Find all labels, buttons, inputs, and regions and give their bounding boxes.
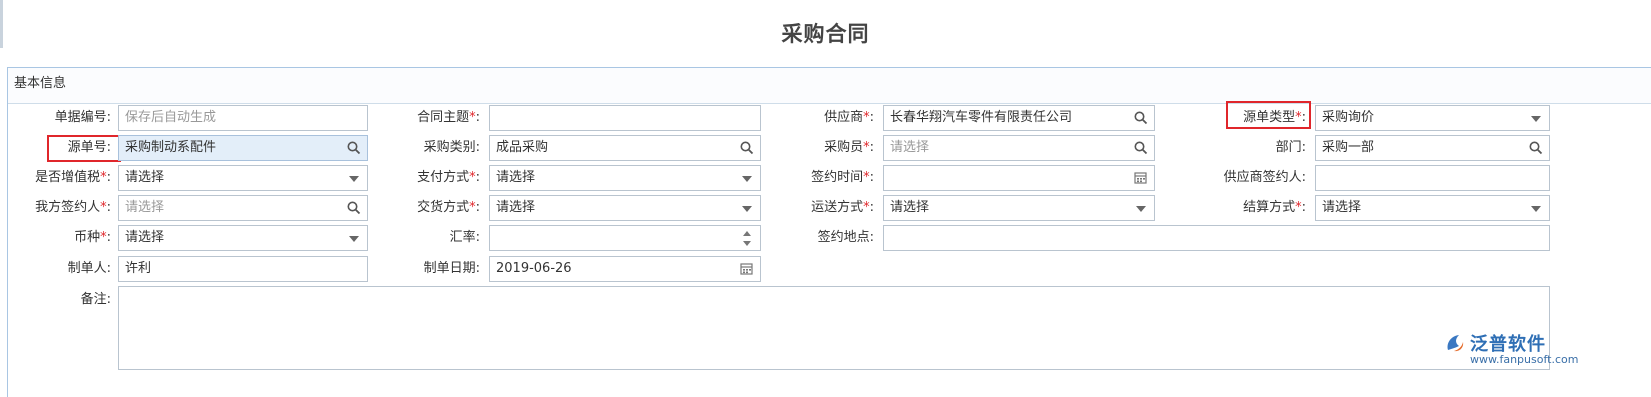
creator-field[interactable]: 许利 [118,256,368,282]
currency-value: 请选择 [125,230,165,245]
vat-value: 请选择 [125,170,165,185]
source-type-select[interactable]: 采购询价 [1315,105,1550,131]
create-date-field[interactable]: 2019-06-26 [489,256,761,282]
label-remark: 备注: [80,292,111,307]
label-doc-no: 单据编号: [54,110,111,125]
label-delivery: 交货方式*: [417,200,480,215]
chevron-down-icon [1531,116,1541,122]
search-icon[interactable] [1134,136,1148,160]
payment-select[interactable]: 请选择 [489,165,761,191]
calendar-icon[interactable] [740,257,754,281]
sign-time-field[interactable] [883,165,1155,191]
our-signer-value: 请选择 [125,200,165,215]
label-supplier: 供应商*: [824,110,874,125]
dept-field[interactable]: 采购一部 [1315,135,1550,161]
dept-value: 采购一部 [1322,140,1375,155]
label-sign-time: 签约时间*: [811,170,874,185]
spinner-down-icon[interactable] [743,241,751,246]
fanpusoft-logo: 泛普软件 www.fanpusoft.com [1444,330,1578,370]
label-creator: 制单人: [67,261,111,276]
doc-no-field[interactable]: 保存后自动生成 [118,105,368,131]
search-icon[interactable] [347,196,361,220]
source-type-value: 采购询价 [1322,110,1375,125]
label-rate: 汇率: [449,230,480,245]
source-no-value: 采购制动系配件 [125,140,217,155]
vat-select[interactable]: 请选择 [118,165,368,191]
shipping-select[interactable]: 请选择 [883,195,1155,221]
chevron-down-icon [349,236,359,242]
logo-url: www.fanpusoft.com [1470,353,1579,366]
label-payment: 支付方式*: [417,170,480,185]
our-signer-field[interactable]: 请选择 [118,195,368,221]
label-dept: 部门: [1275,140,1306,155]
chevron-down-icon [1136,206,1146,212]
create-date-value: 2019-06-26 [496,261,572,276]
settlement-value: 请选择 [1322,200,1362,215]
label-shipping: 运送方式*: [811,200,874,215]
label-create-date: 制单日期: [423,261,480,276]
search-icon[interactable] [740,136,754,160]
purchase-category-value: 成品采购 [496,140,549,155]
payment-value: 请选择 [496,170,536,185]
remark-textarea[interactable] [118,286,1550,370]
delivery-value: 请选择 [496,200,536,215]
calendar-icon[interactable] [1134,166,1148,190]
label-sign-place: 签约地点: [817,230,874,245]
buyer-value: 请选择 [890,140,930,155]
label-purchase-category: 采购类别: [423,140,480,155]
purchase-category-field[interactable]: 成品采购 [489,135,761,161]
label-our-signer: 我方签约人*: [35,200,111,215]
supplier-signer-input[interactable] [1315,165,1550,191]
chevron-down-icon [742,176,752,182]
label-settlement: 结算方式*: [1243,200,1306,215]
logo-mark-icon [1447,335,1464,352]
shipping-value: 请选择 [890,200,930,215]
search-icon[interactable] [1134,106,1148,130]
highlight-box-source-no [47,135,121,162]
highlight-box-source-type [1226,101,1311,129]
page-title: 采购合同 [781,22,870,46]
currency-select[interactable]: 请选择 [118,225,368,251]
chevron-down-icon [349,176,359,182]
sign-place-input[interactable] [883,225,1550,251]
delivery-select[interactable]: 请选择 [489,195,761,221]
chevron-down-icon [1531,206,1541,212]
label-subject: 合同主题*: [417,110,480,125]
panel-header: 基本信息 [8,68,1651,104]
search-icon[interactable] [1529,136,1543,160]
spinner-up-icon[interactable] [743,231,751,236]
source-no-field[interactable]: 采购制动系配件 [118,135,368,161]
label-currency: 币种*: [74,230,111,245]
label-vat: 是否增值税*: [35,170,111,185]
label-supplier-signer: 供应商签约人: [1223,170,1306,185]
buyer-field[interactable]: 请选择 [883,135,1155,161]
rate-spinner[interactable] [489,225,761,251]
supplier-field[interactable]: 长春华翔汽车零件有限责任公司 [883,105,1155,131]
label-buyer: 采购员*: [824,140,874,155]
chevron-down-icon [742,206,752,212]
subject-input[interactable] [489,105,761,131]
settlement-select[interactable]: 请选择 [1315,195,1550,221]
supplier-value: 长春华翔汽车零件有限责任公司 [890,110,1073,125]
search-icon[interactable] [347,136,361,160]
